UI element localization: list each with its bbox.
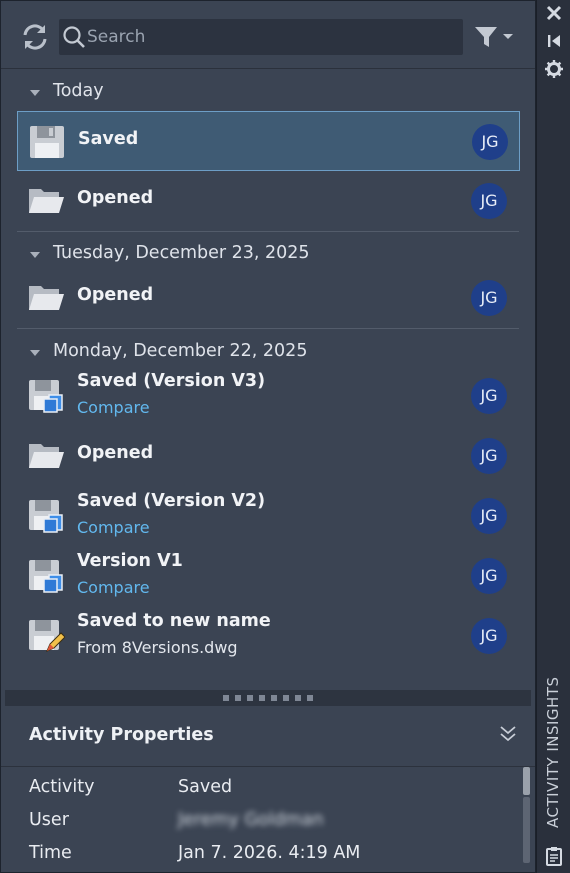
floppy-disk-icon xyxy=(28,124,66,160)
caret-down-icon[interactable] xyxy=(29,349,41,357)
properties-title: Activity Properties xyxy=(29,725,214,745)
clipboard-icon[interactable] xyxy=(543,845,565,867)
activity-title: Saved (Version V2) xyxy=(77,491,266,511)
activity-title: Opened xyxy=(77,285,154,305)
divider xyxy=(1,766,535,767)
group-header[interactable]: Monday, December 22, 2025 xyxy=(1,334,535,370)
activity-properties: Activity Properties Activity Saved User … xyxy=(1,706,535,872)
avatar[interactable]: JG xyxy=(471,438,507,474)
save-version-icon xyxy=(27,558,65,594)
activity-item[interactable]: Opened JG xyxy=(17,426,520,486)
close-icon[interactable] xyxy=(543,2,565,24)
scrollbar-thumb[interactable] xyxy=(523,767,530,795)
avatar[interactable]: JG xyxy=(471,183,507,219)
activity-subtitle: From 8Versions.dwg xyxy=(77,638,238,657)
filter-icon[interactable] xyxy=(471,23,517,51)
pin-icon[interactable] xyxy=(543,30,565,52)
property-row-user: User Jeremy Goldman xyxy=(1,806,521,836)
group-header[interactable]: Today xyxy=(1,74,535,110)
folder-open-icon xyxy=(27,438,65,474)
save-version-icon xyxy=(27,378,65,414)
search-box[interactable] xyxy=(59,19,463,55)
avatar[interactable]: JG xyxy=(472,124,508,160)
folder-open-icon xyxy=(27,280,65,316)
divider xyxy=(17,231,519,232)
activity-title: Opened xyxy=(77,188,154,208)
activity-title: Saved xyxy=(78,129,139,149)
activity-list: Today Saved JG Opened JG Tuesday, December 23… xyxy=(1,69,535,689)
group-header[interactable]: Tuesday, December 23, 2025 xyxy=(1,236,535,272)
tab-label: ACTIVITY INSIGHTS xyxy=(544,676,562,828)
avatar[interactable]: JG xyxy=(471,498,507,534)
search-icon xyxy=(63,26,85,48)
caret-down-icon[interactable] xyxy=(29,89,41,97)
group-label: Monday, December 22, 2025 xyxy=(53,341,308,361)
panel-splitter[interactable] xyxy=(5,690,531,706)
avatar[interactable]: JG xyxy=(471,618,507,654)
settings-icon[interactable] xyxy=(543,58,565,80)
compare-link[interactable]: Compare xyxy=(77,518,150,537)
chevron-double-down-icon[interactable] xyxy=(497,722,519,746)
compare-link[interactable]: Compare xyxy=(77,398,150,417)
activity-item[interactable]: Opened JG xyxy=(17,171,520,231)
group-label: Tuesday, December 23, 2025 xyxy=(53,243,310,263)
save-version-icon xyxy=(27,498,65,534)
caret-down-icon[interactable] xyxy=(29,251,41,259)
activity-item[interactable]: Saved (Version V3) Compare JG xyxy=(17,366,520,426)
properties-scrollbar[interactable] xyxy=(522,767,531,863)
property-row-activity: Activity Saved xyxy=(1,773,521,803)
property-value: Jan 7. 2026. 4:19 AM xyxy=(178,843,361,863)
activity-item[interactable]: Opened JG xyxy=(17,268,520,328)
activity-title: Saved to new name xyxy=(77,611,271,631)
property-key: Time xyxy=(29,843,72,863)
activity-item[interactable]: Saved to new name From 8Versions.dwg JG xyxy=(17,606,520,666)
activity-item[interactable]: Saved JG xyxy=(17,111,520,171)
property-row-time: Time Jan 7. 2026. 4:19 AM xyxy=(1,839,521,869)
folder-open-icon xyxy=(27,183,65,219)
save-as-icon xyxy=(27,618,66,654)
refresh-icon[interactable] xyxy=(19,21,51,53)
activity-item[interactable]: Version V1 Compare JG xyxy=(17,546,520,606)
activity-title: Saved (Version V3) xyxy=(77,371,266,391)
property-value: Jeremy Goldman xyxy=(178,810,324,830)
activity-title: Version V1 xyxy=(77,551,183,571)
property-key: Activity xyxy=(29,777,95,797)
activity-item[interactable]: Saved (Version V2) Compare JG xyxy=(17,486,520,546)
search-input[interactable] xyxy=(87,23,447,51)
activity-insights-tab[interactable]: ACTIVITY INSIGHTS xyxy=(544,676,564,836)
activity-insights-panel: Today Saved JG Opened JG Tuesday, December 23… xyxy=(0,0,536,873)
property-key: User xyxy=(29,810,69,830)
divider xyxy=(17,328,519,329)
property-value: Saved xyxy=(178,777,233,797)
avatar[interactable]: JG xyxy=(471,280,507,316)
scrollbar-track[interactable] xyxy=(523,797,530,863)
avatar[interactable]: JG xyxy=(471,378,507,414)
group-label: Today xyxy=(53,81,104,101)
compare-link[interactable]: Compare xyxy=(77,578,150,597)
avatar[interactable]: JG xyxy=(471,558,507,594)
grip-icon xyxy=(223,695,313,701)
activity-title: Opened xyxy=(77,443,154,463)
toolbar xyxy=(1,1,535,69)
